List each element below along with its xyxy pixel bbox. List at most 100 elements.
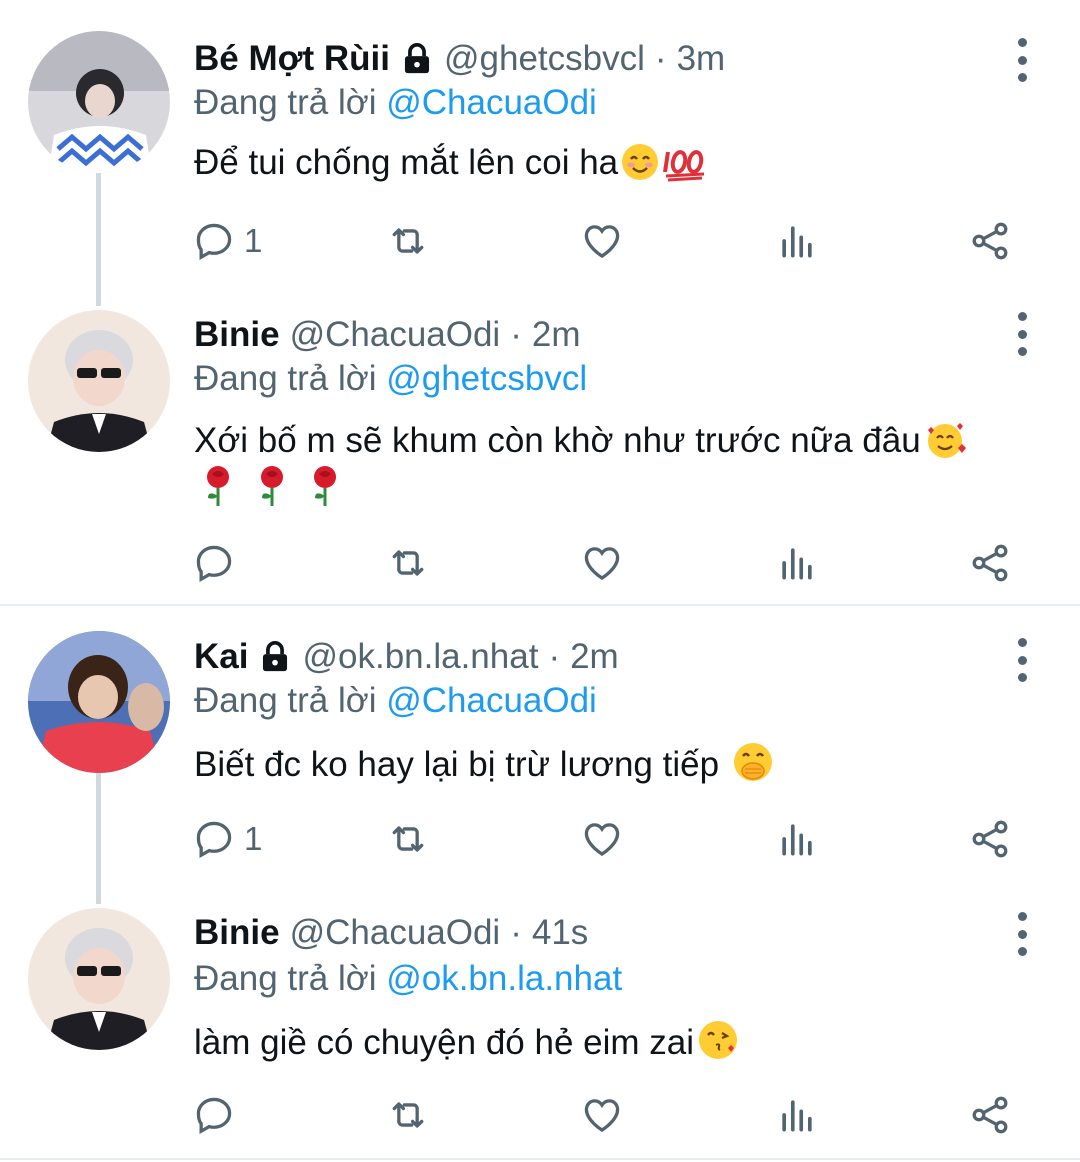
timestamp[interactable]: 2m — [532, 312, 581, 358]
tweet[interactable]: Bé Mợt Rùii @ghetcsbvcl · 3m Đang trả lờ… — [0, 31, 1080, 274]
retweet-icon — [392, 228, 424, 254]
reply-button[interactable] — [192, 538, 244, 588]
mention-link[interactable]: @ChacuaOdi — [386, 83, 597, 122]
replying-prefix: Đang trả lời — [194, 959, 387, 998]
tweet-header: Bé Mợt Rùii @ghetcsbvcl · 3m — [194, 36, 725, 82]
tweet-text-content: Xới bố m sẽ khum còn khờ như trước nữa đ… — [194, 421, 921, 460]
rose-emoji — [207, 466, 229, 506]
like-button[interactable] — [580, 814, 624, 864]
display-name[interactable]: Binie — [194, 312, 280, 358]
more-icon[interactable] — [1008, 38, 1036, 82]
retweet-button[interactable] — [386, 538, 430, 588]
share-button[interactable] — [968, 1090, 1012, 1140]
tweet-text-content: Để tui chống mắt lên coi ha — [194, 143, 619, 182]
smiling-face-with-hearts-emoji — [927, 423, 966, 458]
like-button[interactable] — [580, 216, 624, 266]
like-icon — [584, 225, 620, 258]
retweet-button[interactable] — [386, 814, 430, 864]
avatar[interactable] — [28, 310, 170, 452]
separator: · — [510, 315, 522, 354]
action-bar — [0, 1090, 1080, 1140]
tweet-text: làm giề có chuyện đó hẻ eim zai — [194, 1018, 1044, 1066]
tweet[interactable]: Kai @ok.bn.la.nhat · 2m Đang trả lời @Ch… — [0, 631, 1080, 874]
replying-to: Đang trả lời @ghetcsbvcl — [194, 356, 587, 402]
analytics-button[interactable] — [775, 538, 819, 588]
timestamp[interactable]: 3m — [677, 36, 726, 82]
reply-button[interactable] — [192, 1090, 244, 1140]
reply-button[interactable]: 1 — [192, 216, 262, 266]
share-button[interactable] — [968, 216, 1012, 266]
replying-prefix: Đang trả lời — [194, 359, 387, 398]
divider — [0, 604, 1080, 606]
share-icon — [972, 222, 1008, 260]
reply-count: 1 — [244, 222, 263, 259]
like-icon — [584, 823, 620, 856]
lock-icon — [263, 641, 288, 672]
retweet-icon — [392, 1102, 424, 1128]
analytics-button[interactable] — [775, 1090, 819, 1140]
reply-icon — [196, 1097, 232, 1134]
user-handle[interactable]: @ghetcsbvcl — [444, 36, 645, 82]
action-bar — [0, 538, 1080, 588]
tweet[interactable]: Binie @ChacuaOdi · 41s Đang trả lời @ok.… — [0, 908, 1080, 1150]
retweet-icon — [392, 826, 424, 852]
like-button[interactable] — [580, 1090, 624, 1140]
user-handle[interactable]: @ChacuaOdi — [290, 312, 501, 358]
avatar[interactable] — [28, 631, 170, 773]
retweet-button[interactable] — [386, 216, 430, 266]
reply-button[interactable]: 1 — [192, 814, 262, 864]
like-button[interactable] — [580, 538, 624, 588]
reply-icon — [196, 545, 232, 582]
tweet-text-content: làm giề có chuyện đó hẻ eim zai — [194, 1023, 694, 1062]
rose-emojis — [194, 466, 343, 508]
tweet-header: Kai @ok.bn.la.nhat · 2m — [194, 634, 619, 680]
mention-link[interactable]: @ghetcsbvcl — [386, 359, 587, 398]
more-icon[interactable] — [1008, 638, 1036, 682]
analytics-icon — [782, 548, 812, 580]
replying-prefix: Đang trả lời — [194, 681, 387, 720]
replying-to: Đang trả lời @ok.bn.la.nhat — [194, 956, 622, 1002]
action-bar: 1 — [0, 814, 1080, 864]
share-icon — [972, 820, 1008, 858]
analytics-icon — [782, 1100, 812, 1132]
lock-icon — [404, 43, 430, 74]
share-button[interactable] — [968, 538, 1012, 588]
separator: · — [548, 637, 561, 676]
avatar[interactable] — [28, 31, 170, 173]
like-icon — [584, 547, 620, 580]
replying-to: Đang trả lời @ChacuaOdi — [194, 678, 597, 724]
tweet-header: Binie @ChacuaOdi · 2m — [194, 312, 581, 358]
more-icon[interactable] — [1008, 312, 1036, 356]
tweet-text-content: Biết đc ko hay lại bị trừ lương tiếp — [194, 745, 729, 784]
tweet-text: Biết đc ko hay lại bị trừ lương tiếp — [194, 740, 1044, 788]
share-icon — [972, 1096, 1008, 1134]
timestamp[interactable]: 2m — [570, 634, 619, 680]
user-handle[interactable]: @ChacuaOdi — [290, 910, 501, 956]
display-name[interactable]: Binie — [194, 910, 280, 956]
display-name[interactable]: Bé Mợt Rùii — [194, 36, 390, 82]
analytics-button[interactable] — [775, 814, 819, 864]
timestamp[interactable]: 41s — [532, 910, 588, 956]
tweet[interactable]: Binie @ChacuaOdi · 2m Đang trả lời @ghet… — [0, 310, 1080, 600]
more-icon[interactable] — [1008, 912, 1036, 956]
face-with-hand-over-mouth-emoji — [733, 743, 772, 781]
action-bar: 1 — [0, 216, 1080, 266]
mention-link[interactable]: @ok.bn.la.nhat — [386, 959, 622, 998]
retweet-icon — [392, 550, 424, 576]
analytics-button[interactable] — [775, 216, 819, 266]
share-button[interactable] — [968, 814, 1012, 864]
reply-icon — [196, 821, 232, 858]
like-icon — [584, 1099, 620, 1132]
tweet-text: Xới bố m sẽ khum còn khờ như trước nữa đ… — [194, 418, 1044, 512]
retweet-button[interactable] — [386, 1090, 430, 1140]
mention-link[interactable]: @ChacuaOdi — [386, 681, 597, 720]
tweet-header: Binie @ChacuaOdi · 41s — [194, 910, 588, 956]
rose-emoji — [314, 466, 337, 506]
user-handle[interactable]: @ok.bn.la.nhat — [302, 634, 538, 680]
divider — [0, 1158, 1080, 1160]
separator: · — [510, 913, 522, 952]
avatar[interactable] — [28, 908, 170, 1050]
reply-icon — [196, 223, 232, 260]
smiling-face-emoji — [622, 144, 659, 180]
display-name[interactable]: Kai — [194, 634, 248, 680]
